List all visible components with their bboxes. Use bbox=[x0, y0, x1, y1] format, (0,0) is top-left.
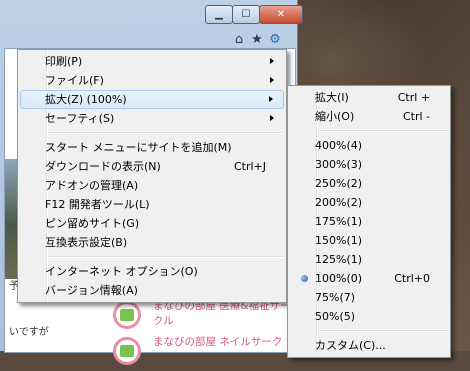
menu-item[interactable]: 印刷(P) bbox=[18, 52, 286, 71]
gear-icon[interactable]: ⚙ bbox=[268, 32, 282, 47]
menu-item-label: 250%(2) bbox=[315, 177, 363, 190]
menu-item[interactable]: ダウンロードの表示(N) Ctrl+J bbox=[18, 157, 286, 176]
minimize-button[interactable]: ▁ bbox=[205, 5, 233, 24]
menu-separator bbox=[48, 256, 284, 258]
menu-item[interactable]: 400%(4) bbox=[288, 136, 450, 155]
menu-item[interactable]: 150%(1) bbox=[288, 231, 450, 250]
maximize-button[interactable]: ☐ bbox=[232, 5, 260, 24]
menu-item-label: スタート メニューにサイトを追加(M) bbox=[45, 141, 232, 154]
maximize-icon: ☐ bbox=[241, 9, 251, 20]
menu-item-label: 拡大(I) bbox=[315, 91, 349, 104]
page-link[interactable]: まなびの部屋 ネイルサーク bbox=[153, 335, 293, 350]
list-item[interactable]: まなびの部屋 医療&福祉サークル bbox=[113, 299, 293, 335]
menu-item-label: 75%(7) bbox=[315, 291, 356, 304]
submenu-arrow-icon bbox=[270, 58, 274, 64]
menu-item-label: 150%(1) bbox=[315, 234, 363, 247]
menu-item-label: 125%(1) bbox=[315, 253, 363, 266]
menu-item-label: ファイル(F) bbox=[45, 74, 104, 87]
menu-item[interactable]: バージョン情報(A) bbox=[18, 281, 286, 300]
menu-item-label: カスタム(C)... bbox=[315, 339, 386, 352]
menu-item[interactable]: ピン留めサイト(G) bbox=[18, 214, 286, 233]
menu-item-label: ピン留めサイト(G) bbox=[45, 217, 140, 230]
menu-item-label: F12 開発者ツール(L) bbox=[45, 198, 150, 211]
club-icon bbox=[113, 337, 141, 365]
menu-item[interactable]: 250%(2) bbox=[288, 174, 450, 193]
menu-item[interactable]: 拡大(I) Ctrl + bbox=[288, 88, 450, 107]
menu-item-label: アドオンの管理(A) bbox=[45, 179, 139, 192]
menu-item-label: ダウンロードの表示(N) bbox=[45, 160, 161, 173]
menu-item[interactable]: 300%(3) bbox=[288, 155, 450, 174]
menu-item-shortcut: Ctrl+J bbox=[233, 160, 266, 173]
close-icon: ✕ bbox=[276, 9, 286, 20]
home-icon[interactable]: ⌂ bbox=[232, 32, 246, 47]
menu-item[interactable]: 175%(1) bbox=[288, 212, 450, 231]
menu-item[interactable]: カスタム(C)... bbox=[288, 336, 450, 355]
tools-menu: 印刷(P) ファイル(F) 拡大(Z) (100%) セーフティ(S) スタート メニュ… bbox=[17, 49, 287, 303]
menu-item[interactable]: 拡大(Z) (100%) bbox=[20, 90, 284, 109]
menu-item-shortcut: Ctrl+0 bbox=[394, 272, 430, 285]
window-controls: ▁ ☐ ✕ bbox=[205, 5, 303, 24]
menu-item-label: インターネット オプション(O) bbox=[45, 265, 198, 278]
menu-item[interactable]: 50%(5) bbox=[288, 307, 450, 326]
list-item[interactable]: まなびの部屋 ネイルサーク bbox=[113, 335, 293, 371]
menu-item[interactable]: アドオンの管理(A) bbox=[18, 176, 286, 195]
radio-bullet-icon bbox=[301, 275, 308, 282]
menu-item-shortcut: Ctrl - bbox=[402, 110, 430, 123]
menu-item-label: 互換表示設定(B) bbox=[45, 236, 128, 249]
page-link-list: まなびの部屋 医療&福祉サークル まなびの部屋 ネイルサーク bbox=[113, 299, 293, 371]
menu-item[interactable]: インターネット オプション(O) bbox=[18, 262, 286, 281]
menu-item-label: バージョン情報(A) bbox=[45, 284, 138, 297]
menu-separator bbox=[48, 132, 284, 134]
submenu-arrow-icon bbox=[269, 96, 273, 102]
menu-item[interactable]: ファイル(F) bbox=[18, 71, 286, 90]
menu-item-label: セーフティ(S) bbox=[45, 112, 115, 125]
menu-item-label: 200%(2) bbox=[315, 196, 363, 209]
page-side-text: いですが bbox=[9, 327, 49, 338]
menu-separator bbox=[318, 330, 448, 332]
menu-item-label: 縮小(O) bbox=[315, 110, 355, 123]
menu-item[interactable]: 200%(2) bbox=[288, 193, 450, 212]
menu-item[interactable]: 100%(0) Ctrl+0 bbox=[288, 269, 450, 288]
close-button[interactable]: ✕ bbox=[259, 5, 303, 24]
submenu-arrow-icon bbox=[270, 77, 274, 83]
club-icon bbox=[113, 301, 141, 329]
menu-item-label: 拡大(Z) (100%) bbox=[45, 93, 127, 106]
menu-item[interactable]: 縮小(O) Ctrl - bbox=[288, 107, 450, 126]
menu-item-shortcut: Ctrl + bbox=[397, 91, 430, 104]
menu-item-label: 印刷(P) bbox=[45, 55, 83, 68]
menu-item-label: 300%(3) bbox=[315, 158, 363, 171]
menu-item[interactable]: 互換表示設定(B) bbox=[18, 233, 286, 252]
menu-item-label: 400%(4) bbox=[315, 139, 363, 152]
menu-item[interactable]: 125%(1) bbox=[288, 250, 450, 269]
page-link[interactable]: まなびの部屋 医療&福祉サークル bbox=[153, 299, 293, 329]
zoom-submenu: 拡大(I) Ctrl + 縮小(O) Ctrl - 400%(4) 300%(3) 250%… bbox=[287, 85, 451, 358]
menu-item-label: 50%(5) bbox=[315, 310, 356, 323]
menu-separator bbox=[318, 130, 448, 132]
browser-toolbar: ⌂ ★ ⚙ bbox=[232, 32, 282, 47]
menu-item-label: 175%(1) bbox=[315, 215, 363, 228]
menu-item[interactable]: スタート メニューにサイトを追加(M) bbox=[18, 138, 286, 157]
minimize-icon: ▁ bbox=[215, 9, 223, 20]
menu-item[interactable]: F12 開発者ツール(L) bbox=[18, 195, 286, 214]
favorites-star-icon[interactable]: ★ bbox=[250, 32, 264, 47]
menu-item[interactable]: セーフティ(S) bbox=[18, 109, 286, 128]
menu-item[interactable]: 75%(7) bbox=[288, 288, 450, 307]
submenu-arrow-icon bbox=[270, 115, 274, 121]
menu-item-label: 100%(0) bbox=[315, 272, 363, 285]
